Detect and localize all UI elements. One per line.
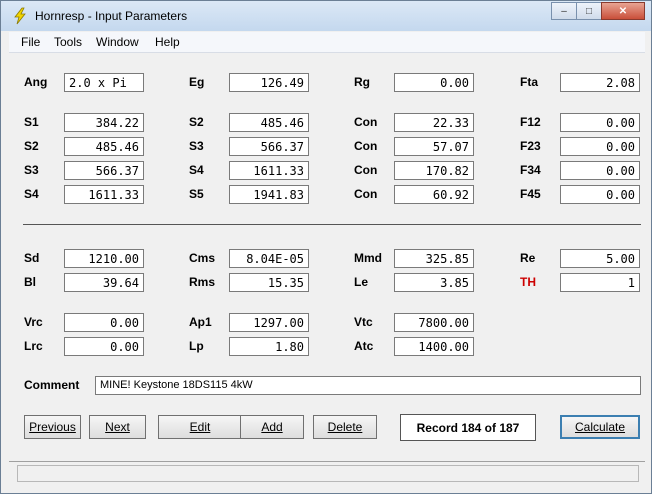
param-label-s3: S3 [189,139,204,153]
param-field-f34[interactable]: 0.00 [560,161,640,180]
param-field-s2[interactable]: 485.46 [229,113,309,132]
param-label-rg: Rg [354,75,370,89]
param-field-f45[interactable]: 0.00 [560,185,640,204]
param-field-con[interactable]: 57.07 [394,137,474,156]
param-label-vrc: Vrc [24,315,43,329]
param-label-ang: Ang [24,75,48,89]
param-label-lp: Lp [189,339,204,353]
minimize-button[interactable]: – [551,2,577,20]
param-label-f12: F12 [520,115,541,129]
param-label-con: Con [354,163,378,177]
param-field-s4[interactable]: 1611.33 [64,185,144,204]
param-field-atc[interactable]: 1400.00 [394,337,474,356]
param-field-vtc[interactable]: 7800.00 [394,313,474,332]
param-label-s4: S4 [189,163,204,177]
param-field-bl[interactable]: 39.64 [64,273,144,292]
param-field-s1[interactable]: 384.22 [64,113,144,132]
param-label-f45: F45 [520,187,541,201]
menu-bar: File Tools Window Help [9,32,645,53]
param-label-f23: F23 [520,139,541,153]
param-field-con[interactable]: 170.82 [394,161,474,180]
param-label-f34: F34 [520,163,541,177]
param-field-cms[interactable]: 8.04E-05 [229,249,309,268]
section-divider [23,224,641,225]
param-label-s1: S1 [24,115,39,129]
next-button[interactable]: Next [89,415,146,439]
param-label-mmd: Mmd [354,251,382,265]
param-field-th[interactable]: 1 [560,273,640,292]
param-label-s2: S2 [24,139,39,153]
menu-window[interactable]: Window [96,35,139,49]
param-field-vrc[interactable]: 0.00 [64,313,144,332]
param-field-s2[interactable]: 485.46 [64,137,144,156]
param-field-lrc[interactable]: 0.00 [64,337,144,356]
comment-label: Comment [24,378,80,392]
edit-button[interactable]: Edit [158,415,242,439]
param-field-f12[interactable]: 0.00 [560,113,640,132]
param-label-sd: Sd [24,251,40,265]
param-field-ang[interactable]: 2.0 x Pi [64,73,144,92]
param-label-lrc: Lrc [24,339,43,353]
param-label-con: Con [354,139,378,153]
previous-button[interactable]: Previous [24,415,81,439]
close-button[interactable]: ✕ [601,2,645,20]
param-label-s5: S5 [189,187,204,201]
param-label-ap1: Ap1 [189,315,212,329]
param-label-fta: Fta [520,75,538,89]
param-label-s2: S2 [189,115,204,129]
param-field-ap1[interactable]: 1297.00 [229,313,309,332]
param-field-re[interactable]: 5.00 [560,249,640,268]
param-field-lp[interactable]: 1.80 [229,337,309,356]
status-bar [9,461,645,484]
window-controls: – □ ✕ [551,2,645,21]
param-label-con: Con [354,115,378,129]
param-field-s3[interactable]: 566.37 [64,161,144,180]
param-field-rms[interactable]: 15.35 [229,273,309,292]
param-label-vtc: Vtc [354,315,373,329]
param-label-eg: Eg [189,75,205,89]
param-field-eg[interactable]: 126.49 [229,73,309,92]
param-field-sd[interactable]: 1210.00 [64,249,144,268]
menu-help[interactable]: Help [155,35,180,49]
title-bar[interactable]: Hornresp - Input Parameters – □ ✕ [1,1,651,31]
param-field-f23[interactable]: 0.00 [560,137,640,156]
param-field-s5[interactable]: 1941.83 [229,185,309,204]
add-button[interactable]: Add [240,415,304,439]
param-label-bl: Bl [24,275,36,289]
param-field-con[interactable]: 60.92 [394,185,474,204]
param-field-s3[interactable]: 566.37 [229,137,309,156]
parameters-panel: Ang 2.0 x Pi Eg 126.49 Rg 0.00 Fta 2.08 S1 384.22… [9,53,645,458]
calculate-button[interactable]: Calculate [560,415,640,439]
lightning-bolt-icon [14,7,26,25]
record-indicator: Record 184 of 187 [400,414,536,441]
main-window: Hornresp - Input Parameters – □ ✕ File T… [0,0,652,494]
param-field-mmd[interactable]: 325.85 [394,249,474,268]
param-label-rms: Rms [189,275,216,289]
param-field-s4[interactable]: 1611.33 [229,161,309,180]
menu-tools[interactable]: Tools [54,35,82,49]
param-field-le[interactable]: 3.85 [394,273,474,292]
param-field-con[interactable]: 22.33 [394,113,474,132]
status-panel [17,465,639,482]
maximize-button[interactable]: □ [576,2,602,20]
param-field-fta[interactable]: 2.08 [560,73,640,92]
param-label-cms: Cms [189,251,216,265]
delete-button[interactable]: Delete [313,415,377,439]
param-label-th: TH [520,275,536,289]
param-label-s4: S4 [24,187,39,201]
menu-file[interactable]: File [21,35,40,49]
param-label-s3: S3 [24,163,39,177]
window-title: Hornresp - Input Parameters [35,9,188,23]
param-label-atc: Atc [354,339,374,353]
comment-field[interactable]: MINE! Keystone 18DS115 4kW [95,376,641,395]
param-label-con: Con [354,187,378,201]
param-label-le: Le [354,275,369,289]
param-field-rg[interactable]: 0.00 [394,73,474,92]
param-label-re: Re [520,251,536,265]
